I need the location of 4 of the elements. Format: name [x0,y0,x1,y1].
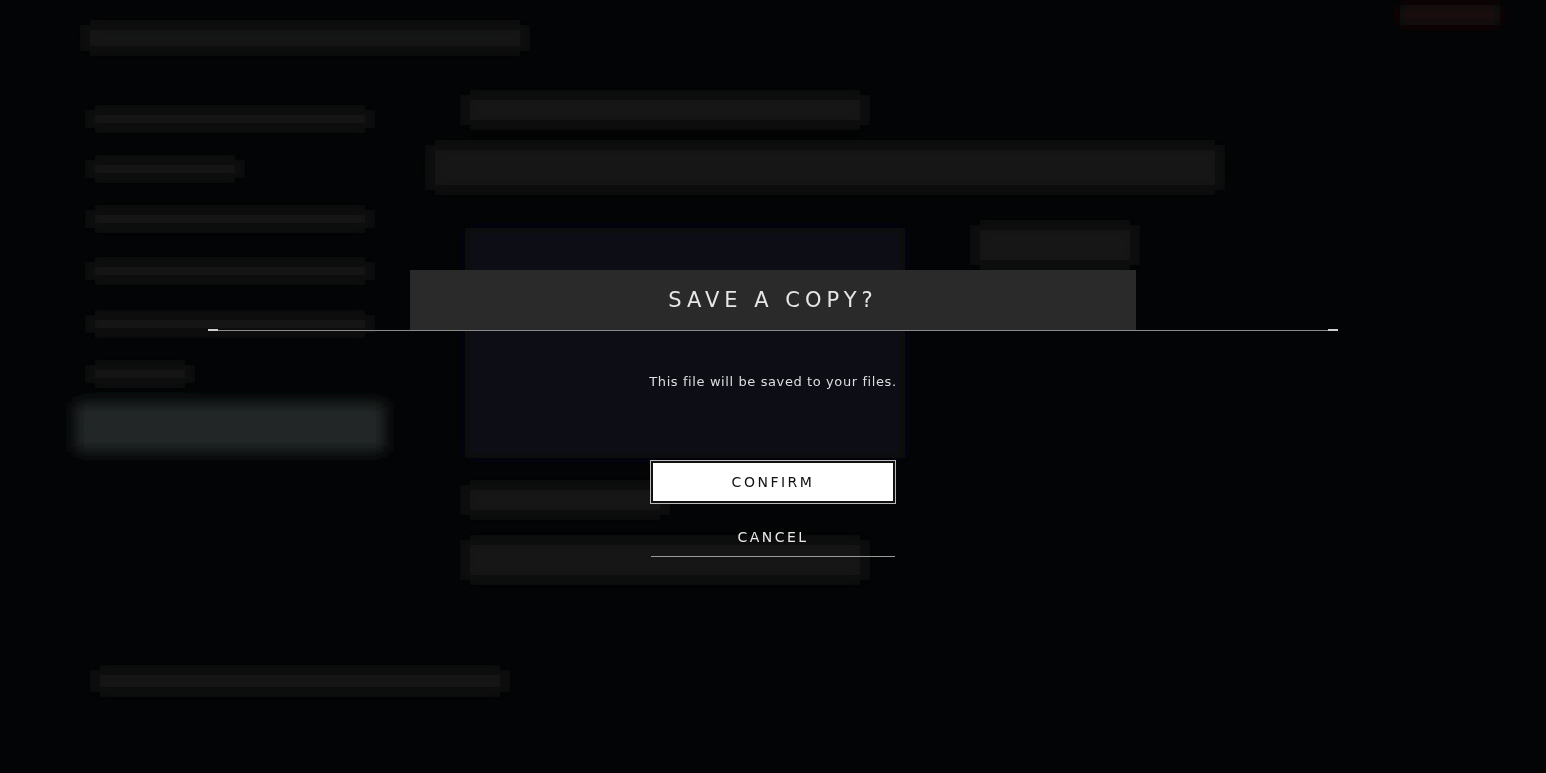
cancel-button[interactable]: CANCEL [651,517,895,557]
confirm-button[interactable]: CONFIRM [651,461,895,503]
dialog-message: This file will be saved to your files. [649,374,897,389]
dialog-title: SAVE A COPY? [410,270,1136,330]
